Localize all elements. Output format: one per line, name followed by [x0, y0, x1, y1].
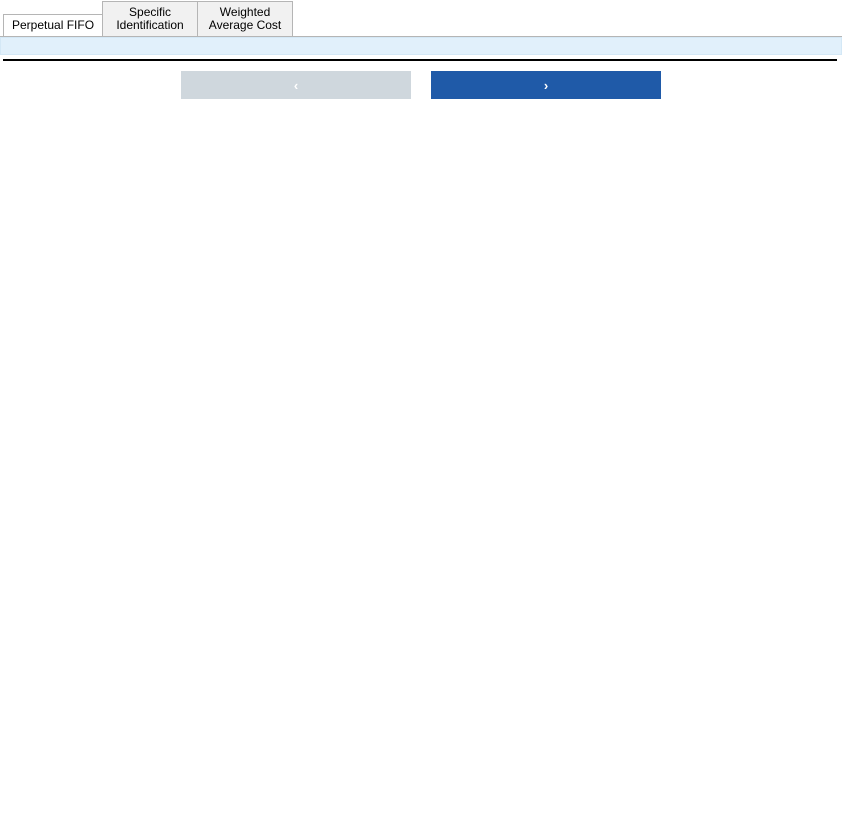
tab-1[interactable]: SpecificIdentification	[102, 1, 198, 36]
footer-nav: ‹ ›	[0, 71, 842, 99]
prev-button[interactable]: ‹	[181, 71, 411, 99]
chevron-left-icon: ‹	[288, 78, 304, 93]
chevron-right-icon: ›	[538, 78, 554, 93]
tab-2[interactable]: WeightedAverage Cost	[197, 1, 293, 36]
next-button[interactable]: ›	[431, 71, 661, 99]
method-tabs: Perpetual FIFOSpecificIdentificationWeig…	[0, 0, 842, 37]
worksheet	[3, 59, 837, 61]
instruction-bar	[0, 37, 842, 55]
tab-0[interactable]: Perpetual FIFO	[3, 14, 103, 36]
